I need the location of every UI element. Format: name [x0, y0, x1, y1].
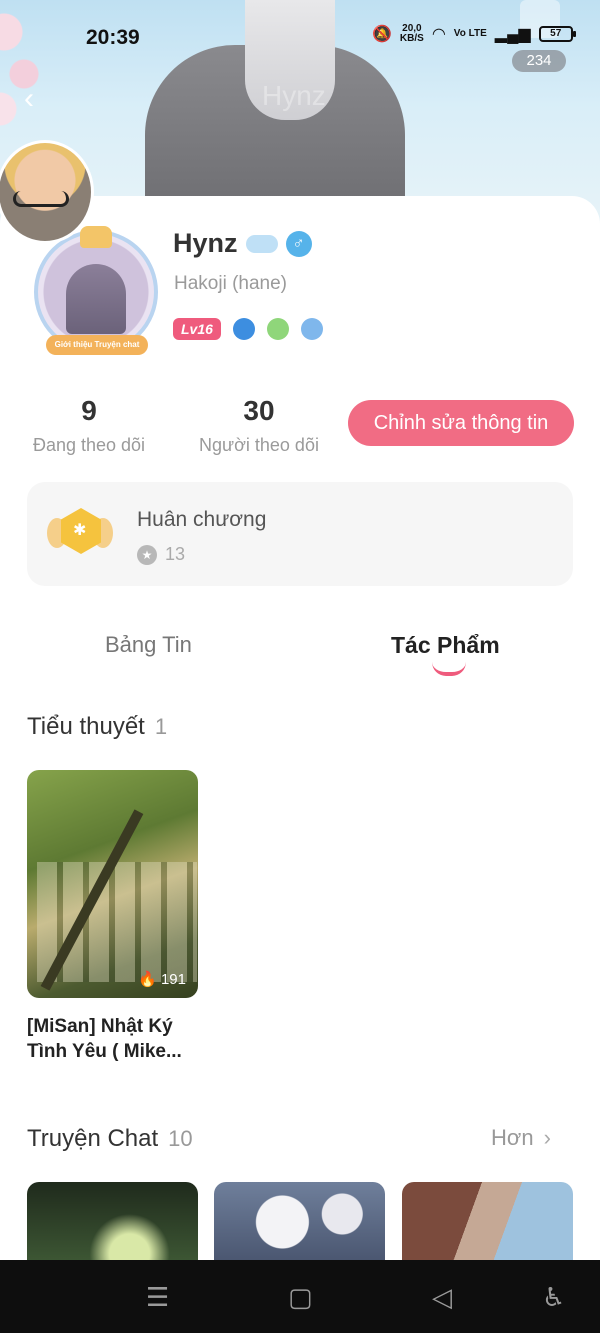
novels-count: 1: [154, 714, 168, 739]
mute-icon: 🔕: [372, 26, 392, 43]
signal-icon: ▂▄▆: [494, 26, 531, 43]
like-count: 234: [512, 50, 566, 72]
home-icon[interactable]: ▢: [288, 1282, 313, 1313]
gear-badge-icon[interactable]: [300, 318, 323, 340]
back-triangle-icon[interactable]: ◁: [432, 1282, 452, 1313]
male-gender-icon: ♂: [285, 230, 312, 257]
novel-cover[interactable]: 🔥 191: [27, 770, 198, 998]
avatar-frame-label: Giới thiệu Truyện chat: [46, 335, 148, 355]
green-badge-icon[interactable]: [266, 318, 289, 340]
glasses-decoration: [13, 191, 69, 207]
accessibility-icon[interactable]: ♿: [542, 1282, 565, 1313]
medal-count: 13: [165, 544, 186, 564]
followers-count: 30: [243, 395, 275, 426]
medal-card[interactable]: ✱ Huân chương ★ 13: [27, 482, 573, 586]
medal-title: Huân chương: [137, 508, 267, 531]
diamond-badge-icon[interactable]: [232, 318, 255, 340]
more-chat-stories-link[interactable]: Hơn ›: [491, 1125, 551, 1151]
username: Hynz: [173, 228, 238, 258]
novels-section-title: Tiểu thuyết 1: [27, 713, 168, 740]
edit-profile-button[interactable]: Chỉnh sửa thông tin: [348, 400, 574, 446]
status-bar: 20:39 🔕 20,0 KB/S ◠ Vo LTE ▂▄▆ 57: [0, 18, 600, 58]
wifi-icon: ◠: [431, 26, 446, 43]
cloud-icon: [245, 234, 278, 253]
system-navigation-bar: ☰ ▢ ◁ ♿: [0, 1260, 600, 1333]
followers-stat[interactable]: 30 Người theo dõi: [192, 395, 326, 456]
tab-works[interactable]: Tác Phẩm: [391, 632, 500, 659]
following-label: Đang theo dõi: [32, 435, 146, 455]
floating-chat-head[interactable]: [0, 140, 94, 244]
star-icon: ★: [137, 544, 157, 565]
username-row: Hynz ♂: [173, 228, 312, 259]
network-speed: 20,0 KB/S: [399, 23, 424, 44]
chat-story-cover-2[interactable]: [214, 1182, 385, 1262]
chat-story-cover-1[interactable]: [27, 1182, 198, 1262]
volte-icon: Vo LTE: [453, 28, 487, 39]
medal-icon: ✱: [47, 508, 113, 562]
user-handle: Hakoji (hane): [174, 273, 287, 294]
status-icons: 🔕 20,0 KB/S ◠ Vo LTE ▂▄▆ 57: [372, 23, 576, 44]
chat-stories-count: 10: [168, 1126, 193, 1151]
chevron-right-icon: ›: [543, 1125, 551, 1150]
cover-watermark: Hynz: [262, 80, 326, 111]
followers-label: Người theo dõi: [199, 435, 319, 455]
clock: 20:39: [86, 26, 140, 49]
badge-row: Lv16: [173, 318, 323, 340]
chat-story-cover-3[interactable]: [402, 1182, 573, 1262]
flame-icon: 🔥: [138, 971, 157, 988]
back-chevron-icon[interactable]: ‹: [24, 82, 34, 116]
level-badge[interactable]: Lv16: [173, 318, 221, 340]
menu-icon[interactable]: ☰: [146, 1282, 169, 1313]
medal-count-row: ★ 13: [137, 544, 185, 565]
novel-title[interactable]: [MiSan] Nhật Ký Tình Yêu ( Mike...: [27, 1014, 207, 1064]
tab-news-feed[interactable]: Bảng Tin: [105, 632, 192, 658]
following-stat[interactable]: 9 Đang theo dõi: [26, 395, 152, 456]
novel-view-count: 🔥 191: [138, 970, 186, 989]
chat-stories-section-title: Truyện Chat 10: [27, 1125, 193, 1152]
following-count: 9: [81, 395, 97, 426]
battery-icon: 57: [538, 26, 576, 42]
avatar-character: [66, 264, 126, 334]
avatar-frame-crown: [80, 226, 112, 248]
